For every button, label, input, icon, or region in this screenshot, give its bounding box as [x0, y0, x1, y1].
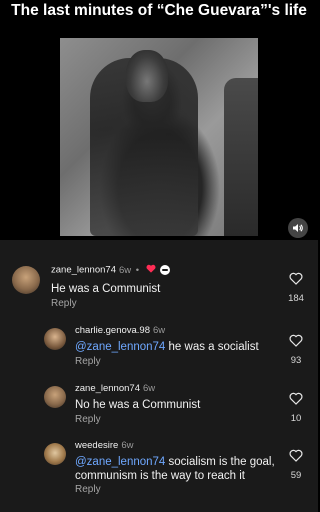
creator-badge-icon — [160, 265, 171, 275]
comment-item: charlie.genova.98 6w @zane_lennon74 he wa… — [0, 322, 318, 372]
comment-time: 6w — [153, 325, 166, 336]
mention-link[interactable]: @zane_lennon74 — [75, 456, 165, 468]
like-count: 184 — [288, 293, 304, 304]
video-player[interactable]: The last minutes of “Che Guevara”'s life — [0, 0, 318, 240]
video-side-figure — [224, 78, 258, 236]
like-count: 59 — [290, 470, 302, 481]
comment-item: zane_lennon74 6w No he was a Communist Re… — [0, 380, 318, 430]
avatar[interactable] — [44, 386, 66, 408]
heart-outline-icon — [289, 392, 303, 405]
like-count: 93 — [290, 355, 302, 366]
comment-time: 6w — [142, 383, 156, 394]
comment-username[interactable]: zane_lennon74 6w — [75, 383, 155, 394]
mention-link[interactable]: @zane_lennon74 — [75, 341, 165, 353]
reply-button[interactable]: Reply — [75, 356, 101, 367]
comment-time: 6w — [121, 440, 134, 451]
comment-time: 6w — [118, 264, 132, 276]
heart-outline-icon — [289, 449, 303, 462]
like-button[interactable]: 10 — [284, 392, 308, 424]
comment-item: zane_lennon74 6w • He was a Communist Rep… — [0, 252, 318, 314]
comment-text: No he was a Communist — [75, 399, 201, 411]
like-button[interactable]: 184 — [284, 272, 308, 304]
like-button[interactable]: 59 — [284, 449, 308, 481]
comment-text: @zane_lennon74 socialism is the goal, co… — [75, 456, 275, 482]
comment-username[interactable]: charlie.genova.98 6w — [75, 325, 165, 336]
like-button[interactable]: 93 — [284, 334, 308, 366]
reply-button[interactable]: Reply — [75, 414, 101, 425]
reply-button[interactable]: Reply — [75, 484, 101, 495]
avatar[interactable] — [44, 443, 66, 465]
comment-username[interactable]: zane_lennon74 6w • — [51, 264, 171, 276]
avatar[interactable] — [12, 266, 40, 294]
avatar[interactable] — [44, 328, 66, 350]
comment-text: He was a Communist — [51, 283, 161, 295]
like-count: 10 — [290, 413, 302, 424]
app-root: The last minutes of “Che Guevara”'s life… — [0, 0, 318, 512]
sound-button[interactable] — [288, 218, 308, 238]
heart-outline-icon — [289, 272, 303, 285]
video-frame — [60, 38, 258, 236]
comment-username[interactable]: weedesire 6w — [75, 440, 133, 451]
heart-icon — [146, 264, 156, 276]
video-figure-head — [126, 50, 168, 102]
heart-outline-icon — [289, 334, 303, 347]
video-title: The last minutes of “Che Guevara”'s life — [11, 2, 307, 19]
comment-item: weedesire 6w @zane_lennon74 socialism is … — [0, 437, 318, 501]
speaker-icon — [293, 224, 303, 232]
comment-text: @zane_lennon74 he was a socialist — [75, 341, 259, 353]
separator-dot: • — [135, 264, 140, 276]
reply-button[interactable]: Reply — [51, 298, 77, 309]
